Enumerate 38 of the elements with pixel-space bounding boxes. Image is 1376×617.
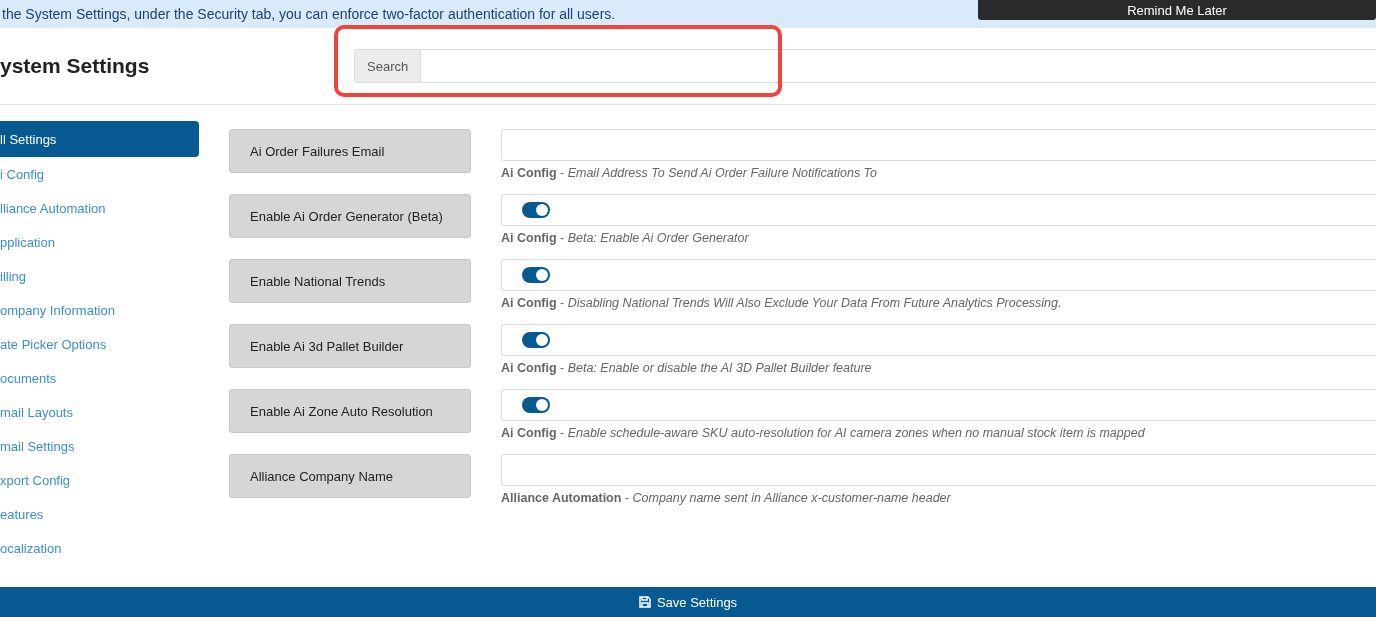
sidebar-item[interactable]: ll Settings [0,121,199,157]
setting-description: Ai Config - Beta: Enable Ai Order Generator [501,231,750,245]
sidebar-item[interactable]: ompany Information [0,293,199,327]
notice-text: the System Settings, under the Security tab, you can enforce two-factor authentication for all users. [1,6,616,22]
sidebar-item[interactable]: xport Config [0,463,199,497]
sidebar-item[interactable]: eatures [0,497,199,531]
toggle-switch[interactable] [522,397,550,413]
sidebar-item[interactable]: lliance Automation [0,191,199,225]
sidebar-item[interactable]: mail Layouts [0,395,199,429]
setting-description: Ai Config - Disabling National Trends Will Also Exclude Your Data From Future Analytics Processing. [501,296,1063,310]
sidebar-item[interactable]: pplication [0,225,199,259]
setting-label: Ai Order Failures Email [229,129,471,173]
toggle-switch[interactable] [522,202,550,218]
setting-description: Ai Config - Beta: Enable or disable the AI 3D Pallet Builder feature [501,361,873,375]
page-title: ystem Settings [0,54,151,78]
sidebar-item[interactable]: mail Settings [0,429,199,463]
sidebar-item[interactable]: i Config [0,157,199,191]
setting-label: Enable Ai Zone Auto Resolution [229,389,471,433]
toggle-switch[interactable] [522,332,550,348]
setting-description: Ai Config - Email Address To Send Ai Order Failure Notifications To [501,166,879,180]
setting-label: Enable National Trends [229,259,471,303]
setting-label: Enable Ai Order Generator (Beta) [229,194,471,238]
toggle-switch[interactable] [522,267,550,283]
text-field[interactable] [501,129,1376,161]
sidebar-item[interactable]: ocalization [0,531,199,565]
save-icon [638,596,651,608]
search-field[interactable]: Search [354,49,1376,83]
text-field[interactable] [501,454,1376,486]
remind-later-button[interactable]: Remind Me Later [978,0,1376,20]
sidebar-item[interactable]: ocuments [0,361,199,395]
setting-description: Ai Config - Enable schedule-aware SKU auto-resolution for AI camera zones when no manual stock item is mapped [501,426,1146,440]
save-settings-button[interactable]: Save Settings [0,587,1376,617]
sidebar-item[interactable]: ate Picker Options [0,327,199,361]
setting-description: Alliance Automation - Company name sent in Alliance x-customer-name header [501,491,952,505]
search-label: Search [355,50,422,82]
sidebar-item[interactable]: illing [0,259,199,293]
setting-label: Enable Ai 3d Pallet Builder [229,324,471,368]
setting-label: Alliance Company Name [229,454,471,498]
